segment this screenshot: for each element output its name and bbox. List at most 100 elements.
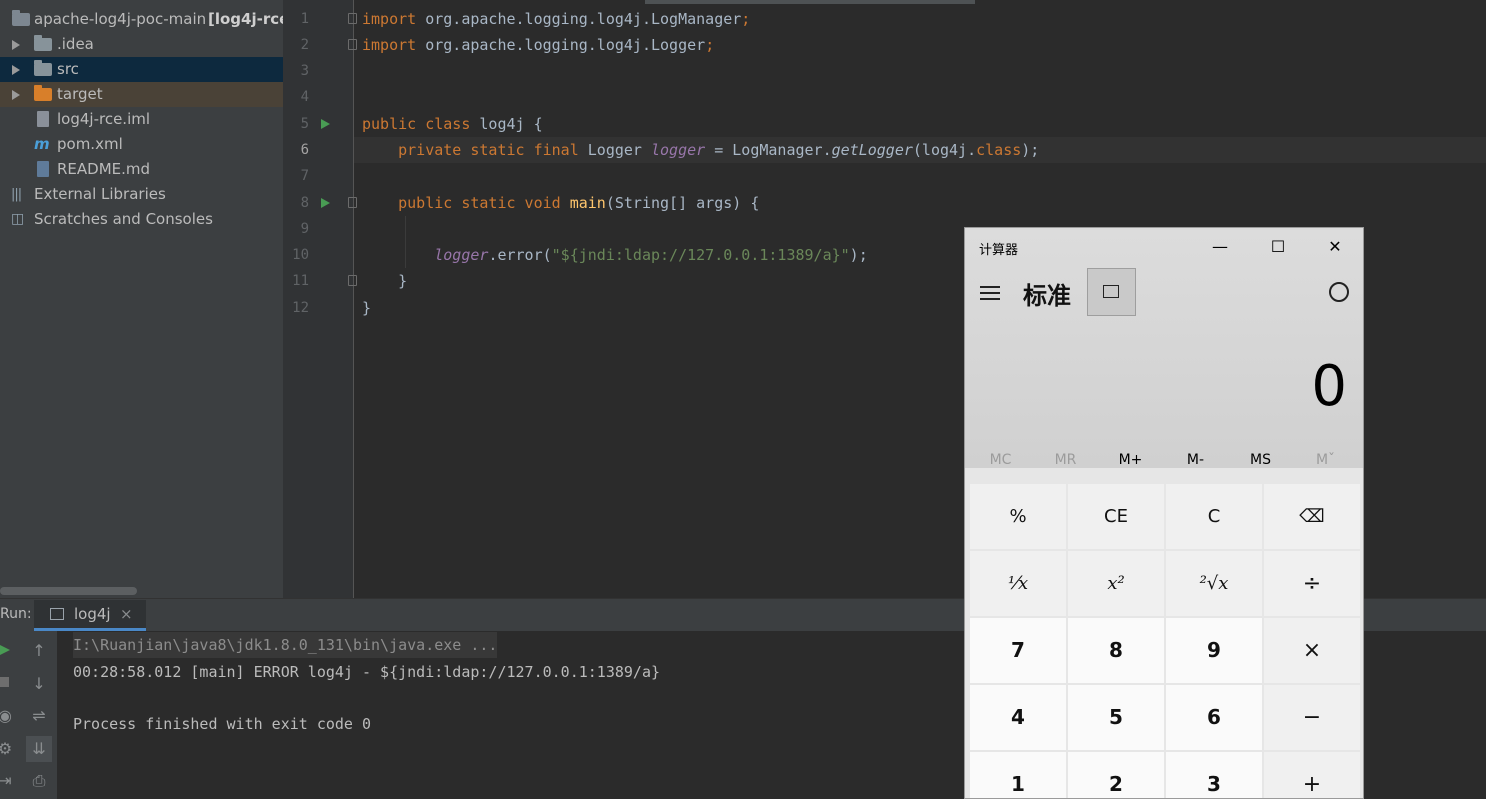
console-line-exit: Process finished with exit code 0 (73, 715, 372, 733)
fold-icon[interactable] (348, 13, 357, 24)
line-number: 7 (300, 168, 309, 184)
editor-tab-scroll-indicator (645, 0, 975, 4)
scroll-to-end-icon[interactable]: ⇊ (26, 736, 52, 762)
memory-list-button[interactable]: Mˇ (1293, 452, 1358, 468)
stop-icon[interactable] (0, 677, 9, 687)
tree-item-readme[interactable]: README.md (0, 157, 283, 182)
fold-icon[interactable] (348, 275, 357, 286)
digit-7-button[interactable]: 7 (970, 618, 1066, 683)
tree-item-scratches[interactable]: ◫ Scratches and Consoles (0, 207, 283, 232)
digit-3-button[interactable]: 3 (1166, 752, 1262, 798)
calculator-title: 计算器 (979, 243, 1019, 258)
excluded-folder-icon (34, 85, 52, 101)
memory-clear-button[interactable]: MC (968, 452, 1033, 468)
run-main-icon[interactable] (321, 198, 330, 208)
calculator-window: 计算器 — ☐ ✕ 标准 0 MC MR M+ M- MS Mˇ % CE C … (964, 227, 1364, 799)
line-number: 8 (300, 195, 309, 211)
camera-icon[interactable]: ◉ (0, 703, 18, 729)
tree-item-label: target (57, 85, 103, 103)
memory-subtract-button[interactable]: M- (1163, 452, 1228, 468)
iml-file-icon (37, 111, 49, 127)
hamburger-menu-icon[interactable] (980, 286, 1000, 288)
close-button[interactable]: ✕ (1312, 232, 1358, 262)
square-root-button[interactable]: ²√x (1166, 551, 1262, 616)
run-toolbar: ↑ ↓ ◉ ⇌ ⚙ ⇊ ⇥ ⎙ (0, 631, 57, 799)
scratches-icon: ◫ (11, 211, 25, 227)
code-line-10: logger.error("${jndi:ldap://127.0.0.1:13… (362, 242, 867, 268)
expand-arrow-icon[interactable] (12, 65, 20, 75)
run-tab-label: log4j (74, 605, 111, 623)
memory-store-button[interactable]: MS (1228, 452, 1293, 468)
fold-icon[interactable] (348, 39, 357, 50)
module-icon (12, 10, 30, 26)
clear-button[interactable]: C (1166, 484, 1262, 549)
down-arrow-icon[interactable]: ↓ (26, 671, 52, 697)
code-line-8: public static void main(String[] args) { (362, 190, 759, 216)
maximize-button[interactable]: ☐ (1255, 232, 1301, 262)
semicolon: ; (741, 10, 751, 28)
tree-item-label: pom.xml (57, 135, 123, 153)
keyword: import (362, 10, 417, 28)
fold-icon[interactable] (348, 197, 357, 208)
percent-button[interactable]: % (970, 484, 1066, 549)
markdown-file-icon (37, 161, 49, 177)
divide-button[interactable]: ÷ (1264, 551, 1360, 616)
method-name: getLogger (831, 141, 913, 159)
tree-root[interactable]: apache-log4j-poc-main [log4j-rce (0, 7, 283, 32)
tree-item-idea[interactable]: .idea (0, 32, 283, 57)
tree-item-src[interactable]: src (0, 57, 283, 82)
expand-arrow-icon[interactable] (12, 40, 20, 50)
add-button[interactable]: + (1264, 752, 1360, 798)
line-number: 1 (300, 11, 309, 27)
tree-item-iml[interactable]: log4j-rce.iml (0, 107, 283, 132)
line-number: 11 (292, 273, 309, 289)
close-tab-icon[interactable]: × (120, 605, 133, 623)
subtract-button[interactable]: − (1264, 685, 1360, 750)
settings-icon[interactable]: ⚙ (0, 736, 18, 762)
digit-4-button[interactable]: 4 (970, 685, 1066, 750)
console-icon (50, 608, 64, 620)
tree-item-pom[interactable]: m pom.xml (0, 132, 283, 157)
digit-8-button[interactable]: 8 (1068, 618, 1164, 683)
up-arrow-icon[interactable]: ↑ (26, 638, 52, 664)
rerun-icon[interactable] (0, 645, 10, 655)
square-button[interactable]: x² (1068, 551, 1164, 616)
line-number: 5 (300, 116, 309, 132)
digit-5-button[interactable]: 5 (1068, 685, 1164, 750)
clear-entry-button[interactable]: CE (1068, 484, 1164, 549)
mode-title: 标准 (1023, 282, 1071, 310)
reciprocal-button[interactable]: ⅟x (970, 551, 1066, 616)
digit-6-button[interactable]: 6 (1166, 685, 1262, 750)
minimize-button[interactable]: — (1197, 232, 1243, 262)
keyword: public class (362, 115, 471, 133)
project-horizontal-scrollbar[interactable] (0, 587, 137, 595)
run-tab-log4j[interactable]: log4j × (34, 600, 146, 631)
field-type: Logger (587, 141, 642, 159)
digit-1-button[interactable]: 1 (970, 752, 1066, 798)
line-number: 3 (300, 63, 309, 79)
run-class-icon[interactable] (321, 119, 330, 129)
keep-on-top-button[interactable] (1087, 268, 1136, 316)
line-number: 2 (300, 37, 309, 53)
line-number: 9 (300, 221, 309, 237)
code-line-2: import org.apache.logging.log4j.Logger; (362, 32, 714, 58)
history-icon[interactable] (1329, 282, 1349, 302)
exit-icon[interactable]: ⇥ (0, 768, 18, 794)
backspace-button[interactable]: ⌫ (1264, 484, 1360, 549)
soft-wrap-icon[interactable]: ⇌ (26, 703, 52, 729)
maven-icon: m (34, 135, 50, 153)
print-icon[interactable]: ⎙ (26, 768, 52, 794)
digit-9-button[interactable]: 9 (1166, 618, 1262, 683)
line-number: 12 (292, 300, 309, 316)
folder-icon (34, 35, 52, 51)
digit-2-button[interactable]: 2 (1068, 752, 1164, 798)
tree-item-external-libraries[interactable]: ||| External Libraries (0, 182, 283, 207)
tree-item-target[interactable]: target (0, 82, 283, 107)
multiply-button[interactable]: × (1264, 618, 1360, 683)
memory-recall-button[interactable]: MR (1033, 452, 1098, 468)
code-line-11: } (362, 268, 407, 294)
field-name: logger (651, 141, 706, 159)
memory-add-button[interactable]: M+ (1098, 452, 1163, 468)
expand-arrow-icon[interactable] (12, 90, 20, 100)
method-name: main (569, 194, 606, 212)
